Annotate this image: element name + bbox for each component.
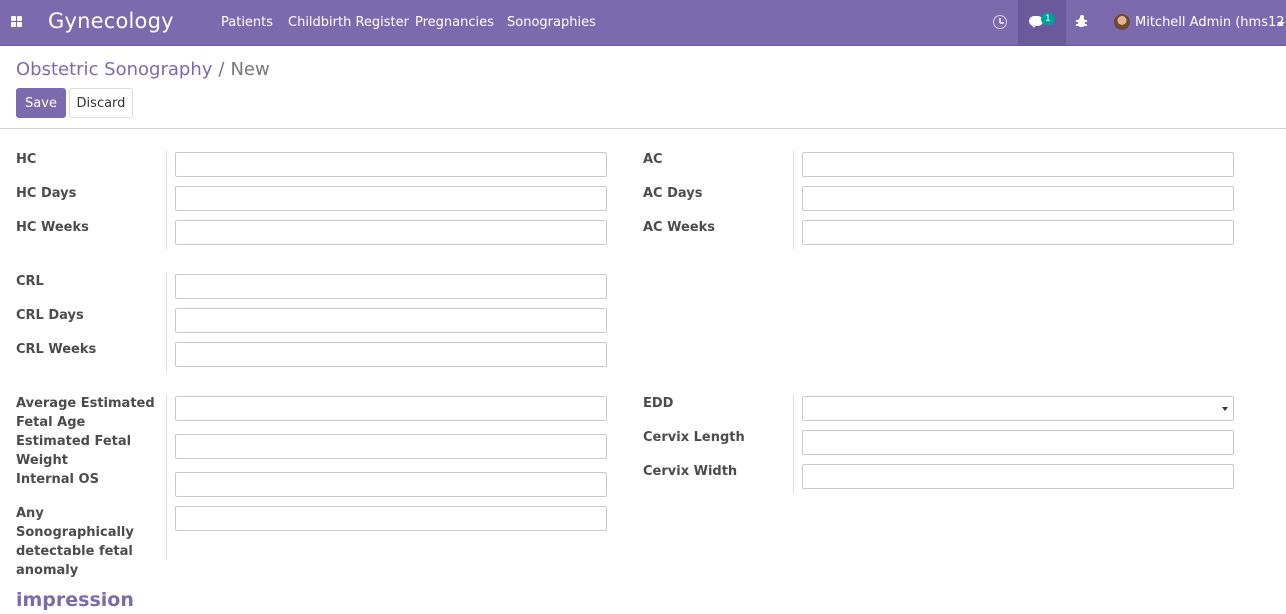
edd-label: EDD: [643, 396, 674, 411]
hc-weeks-label: HC Weeks: [16, 220, 89, 235]
control-panel-divider: [0, 128, 1286, 129]
crl-label: CRL: [16, 274, 44, 289]
cervix-width-label: Cervix Width: [643, 464, 738, 479]
app-title[interactable]: Gynecology: [48, 9, 174, 33]
breadcrumb: Obstetric Sonography / New: [16, 59, 270, 80]
caret-down-icon: [1277, 22, 1285, 26]
user-name: Mitchell Admin (hms12): [1135, 15, 1286, 30]
crl-weeks-label: CRL Weeks: [16, 342, 97, 357]
breadcrumb-current: New: [230, 59, 270, 80]
message-count-badge: 1: [1041, 13, 1055, 25]
group-separator: [166, 272, 167, 372]
debug-bug-icon[interactable]: [1076, 15, 1087, 28]
hc-weeks-field[interactable]: [175, 220, 607, 245]
anomaly-label: Any Sonographically detectable fetal ano…: [16, 506, 134, 578]
cervix-width-field[interactable]: [802, 464, 1234, 489]
top-navbar: Gynecology Patients Childbirth Register …: [0, 0, 1286, 46]
menu-item-sonographies[interactable]: Sonographies: [507, 15, 596, 30]
avatar: [1114, 14, 1130, 30]
discard-button[interactable]: Discard: [69, 88, 133, 118]
impression-section-title: impression: [16, 589, 134, 611]
hc-label: HC: [16, 152, 37, 167]
save-button[interactable]: Save: [16, 88, 66, 118]
ac-days-label: AC Days: [643, 186, 703, 201]
apps-menu-icon[interactable]: [6, 11, 28, 33]
avg-fetal-age-label: Average Estimated Fetal Age: [16, 396, 155, 430]
crl-days-field[interactable]: [175, 308, 607, 333]
hc-days-label: HC Days: [16, 186, 77, 201]
est-fetal-weight-label: Estimated Fetal Weight: [16, 434, 132, 468]
ac-days-field[interactable]: [802, 186, 1234, 211]
avg-fetal-age-field[interactable]: [175, 396, 607, 421]
ac-label: AC: [643, 152, 663, 167]
crl-weeks-field[interactable]: [175, 342, 607, 367]
cervix-length-field[interactable]: [802, 430, 1234, 455]
menu-item-patients[interactable]: Patients: [221, 15, 273, 30]
menu-item-pregnancies[interactable]: Pregnancies: [415, 15, 494, 30]
hc-days-field[interactable]: [175, 186, 607, 211]
breadcrumb-separator: /: [218, 59, 225, 80]
messaging-menu[interactable]: 1: [1018, 0, 1066, 46]
crl-field[interactable]: [175, 274, 607, 299]
internal-os-field[interactable]: [175, 472, 607, 497]
est-fetal-weight-field[interactable]: [175, 434, 607, 459]
edd-date-field[interactable]: [802, 396, 1234, 421]
group-separator: [793, 394, 794, 494]
ac-weeks-field[interactable]: [802, 220, 1234, 245]
group-separator: [166, 394, 167, 560]
anomaly-field[interactable]: [175, 506, 607, 531]
ac-weeks-label: AC Weeks: [643, 220, 716, 235]
ac-field[interactable]: [802, 152, 1234, 177]
activity-clock-icon[interactable]: [993, 15, 1007, 29]
internal-os-label: Internal OS: [16, 472, 99, 487]
hc-field[interactable]: [175, 152, 607, 177]
cervix-length-label: Cervix Length: [643, 430, 745, 445]
group-separator: [166, 150, 167, 250]
breadcrumb-parent-link[interactable]: Obstetric Sonography: [16, 59, 212, 80]
menu-item-childbirth-register[interactable]: Childbirth Register: [288, 15, 409, 30]
group-separator: [793, 150, 794, 250]
crl-days-label: CRL Days: [16, 308, 84, 323]
